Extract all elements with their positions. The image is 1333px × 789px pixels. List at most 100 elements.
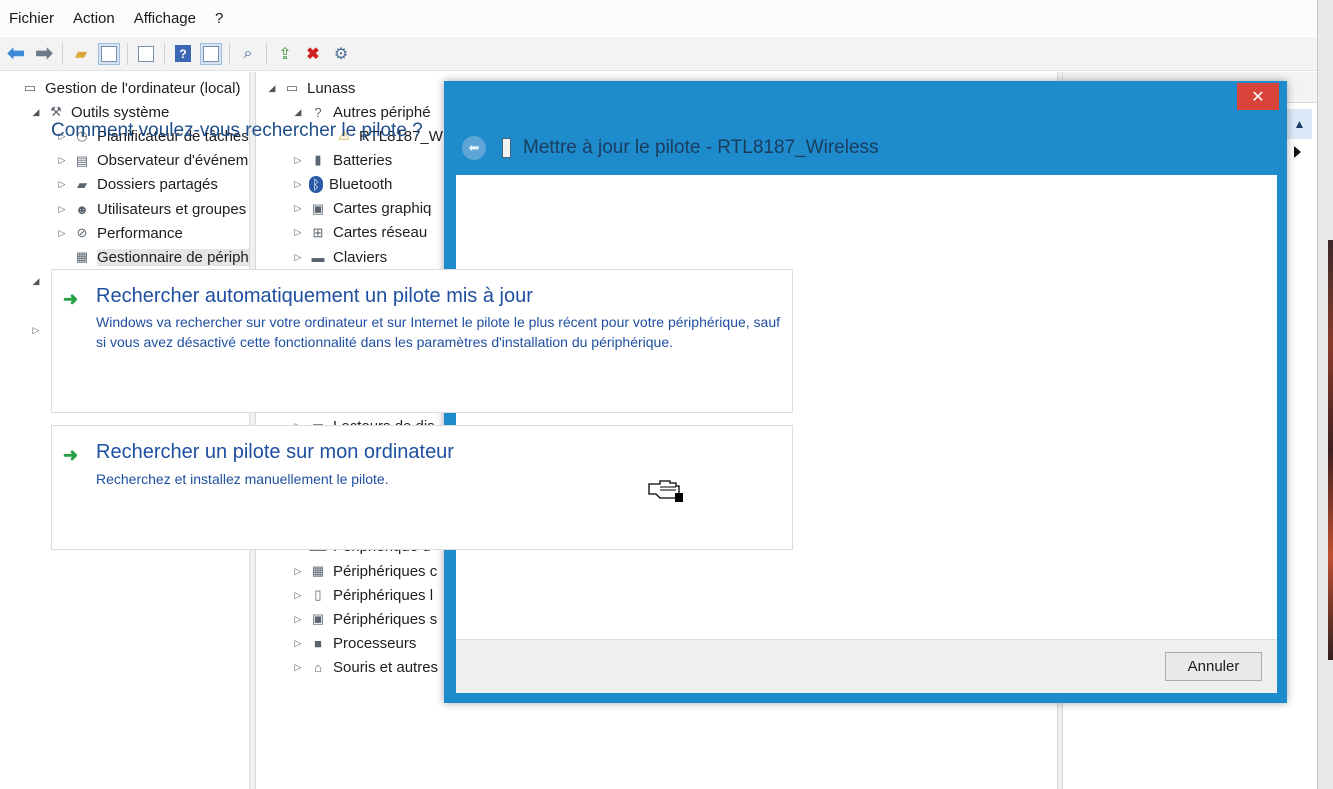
menu-bar: Fichier Action Affichage ? xyxy=(0,0,1317,36)
show-tree-button[interactable] xyxy=(98,42,120,65)
expand-arrow-icon[interactable]: ▷ xyxy=(292,203,304,214)
toolbar-separator xyxy=(164,42,165,65)
search-automatically-option[interactable]: ➜ Rechercher automatiquement un pilote m… xyxy=(51,269,793,413)
expand-arrow-icon[interactable]: ▷ xyxy=(292,590,304,601)
expand-arrow-icon[interactable]: ▷ xyxy=(56,155,68,166)
enable-device-icon: ⚙ xyxy=(333,45,349,63)
tools-icon: ⚒ xyxy=(50,104,62,120)
uninstall-icon: ✖ xyxy=(306,45,320,63)
tree-item-label: Claviers xyxy=(333,248,388,266)
help-button[interactable]: ? xyxy=(172,43,194,65)
dialog-close-button[interactable]: ✕ xyxy=(1237,83,1279,110)
forward-arrow-icon: ➡ xyxy=(35,42,53,65)
collapse-arrow-icon[interactable]: ◢ xyxy=(292,107,304,118)
expand-arrow-icon[interactable]: ▷ xyxy=(56,179,68,190)
tree-item-label: Périphériques s xyxy=(333,610,438,628)
up-folder-button[interactable]: ▰ xyxy=(70,43,92,65)
toolbar-separator xyxy=(229,42,230,65)
expand-arrow-icon[interactable]: ▷ xyxy=(56,228,68,239)
battery-icon: ▮ xyxy=(314,152,322,168)
mouse-icon: ⌂ xyxy=(314,660,322,676)
tree-item-label: Processeurs xyxy=(333,634,417,652)
tree-item-label: Souris et autres xyxy=(333,659,439,677)
action-pane-icon xyxy=(203,45,219,62)
toolbar: ⬅ ➡ ▰ ? ⌕ ⇪ ✖ ⚙ xyxy=(0,37,1317,71)
dialog-title: Mettre à jour le pilote - RTL8187_Wirele… xyxy=(523,137,879,158)
close-icon: ✕ xyxy=(1251,88,1265,106)
system-device-icon: ▣ xyxy=(311,611,325,627)
back-button[interactable]: ⬅ xyxy=(5,42,27,65)
collapse-arrow-icon[interactable]: ◢ xyxy=(30,276,42,287)
expand-arrow-icon[interactable]: ▷ xyxy=(292,155,304,166)
toolbar-separator xyxy=(266,42,267,65)
show-action-pane-button[interactable] xyxy=(200,42,222,65)
device-manager-icon: ▦ xyxy=(75,249,89,265)
enable-device-button[interactable]: ⚙ xyxy=(330,43,352,65)
option-title: Rechercher automatiquement un pilote mis… xyxy=(96,285,533,307)
back-arrow-icon: ⬅ xyxy=(468,140,480,155)
tree-item-label: Gestionnaire de périphé xyxy=(97,248,258,266)
chevron-up-icon: ▲ xyxy=(1293,117,1306,131)
green-arrow-icon: ➜ xyxy=(63,445,79,465)
dialog-question: Comment voulez-vous rechercher le pilote… xyxy=(51,120,423,141)
keyboard-icon: ▬ xyxy=(311,249,325,265)
scan-hardware-icon: ⌕ xyxy=(243,44,253,62)
update-driver-button[interactable]: ⇪ xyxy=(274,43,296,65)
tree-item-label: Batteries xyxy=(333,151,393,169)
expand-arrow-icon[interactable]: ▷ xyxy=(56,204,68,215)
expand-arrow-icon[interactable]: ▷ xyxy=(292,638,304,649)
bluetooth-icon: ᛒ xyxy=(309,176,323,194)
menu-help[interactable]: ? xyxy=(206,10,233,27)
dialog-footer: Annuler xyxy=(456,639,1277,693)
menu-fichier[interactable]: Fichier xyxy=(0,10,64,27)
expand-arrow-icon[interactable]: ▷ xyxy=(292,566,304,577)
menu-affichage[interactable]: Affichage xyxy=(125,10,206,27)
expand-arrow-icon[interactable]: ▷ xyxy=(292,252,304,263)
folder-up-icon: ▰ xyxy=(74,45,88,63)
tree-item-label: Performance xyxy=(97,224,183,242)
back-arrow-icon: ⬅ xyxy=(7,42,25,65)
scan-hardware-button[interactable]: ⌕ xyxy=(237,43,259,65)
forward-button[interactable]: ➡ xyxy=(33,42,55,65)
help-icon: ? xyxy=(175,45,191,62)
tree-item-label: Dossiers partagés xyxy=(97,176,218,194)
cancel-button[interactable]: Annuler xyxy=(1165,652,1262,681)
expand-arrow-icon[interactable]: ▷ xyxy=(292,227,304,238)
event-viewer-icon: ▤ xyxy=(75,152,89,168)
tree-item-label: Cartes réseau xyxy=(333,224,428,242)
update-driver-icon: ⇪ xyxy=(278,45,292,63)
tree-item-label: Cartes graphiq xyxy=(333,200,432,218)
properties-button[interactable] xyxy=(135,43,157,65)
expand-arrow-icon[interactable]: ▷ xyxy=(292,614,304,625)
menu-action[interactable]: Action xyxy=(64,10,125,27)
dialog-back-button[interactable]: ⬅ xyxy=(462,136,486,160)
expand-arrow-icon[interactable]: ▷ xyxy=(292,179,304,190)
green-arrow-icon: ➜ xyxy=(63,289,79,309)
portable-device-icon: ▯ xyxy=(314,587,322,603)
expand-arrow-icon[interactable]: ▷ xyxy=(292,662,304,673)
expand-arrow-icon[interactable] xyxy=(1294,146,1301,158)
cpu-icon: ■ xyxy=(314,635,322,651)
expand-arrow-icon[interactable]: ▷ xyxy=(30,325,42,336)
users-icon: ☻ xyxy=(75,201,89,217)
tree-item-label: Bluetooth xyxy=(329,176,393,194)
software-device-icon: ▦ xyxy=(311,563,325,578)
collapse-arrow-icon[interactable]: ◢ xyxy=(266,83,278,94)
tree-item-label: Lunass xyxy=(307,79,356,97)
actions-collapse-button[interactable]: ▲ xyxy=(1287,109,1312,139)
hand-cursor-icon xyxy=(648,480,683,502)
tree-item[interactable]: ▭ Gestion de l'ordinateur (local) xyxy=(4,76,253,100)
desktop-background xyxy=(1328,240,1333,660)
collapse-arrow-icon[interactable]: ◢ xyxy=(30,107,42,118)
shared-folder-icon: ▰ xyxy=(77,176,87,192)
tree-item-label: Utilisateurs et groupes l xyxy=(97,200,254,218)
tree-item-label: Autres périphé xyxy=(333,103,431,121)
properties-icon xyxy=(138,45,154,62)
tree-item-label: Observateur d'événeme xyxy=(97,152,257,170)
tree-item-label: Périphériques c xyxy=(333,562,438,580)
unknown-device-icon: ? xyxy=(314,104,322,120)
tree-item-label: Périphériques l xyxy=(333,586,434,604)
option-description: Windows va rechercher sur votre ordinate… xyxy=(96,314,781,350)
option-title: Rechercher un pilote sur mon ordinateur xyxy=(96,441,454,463)
uninstall-button[interactable]: ✖ xyxy=(302,43,324,65)
